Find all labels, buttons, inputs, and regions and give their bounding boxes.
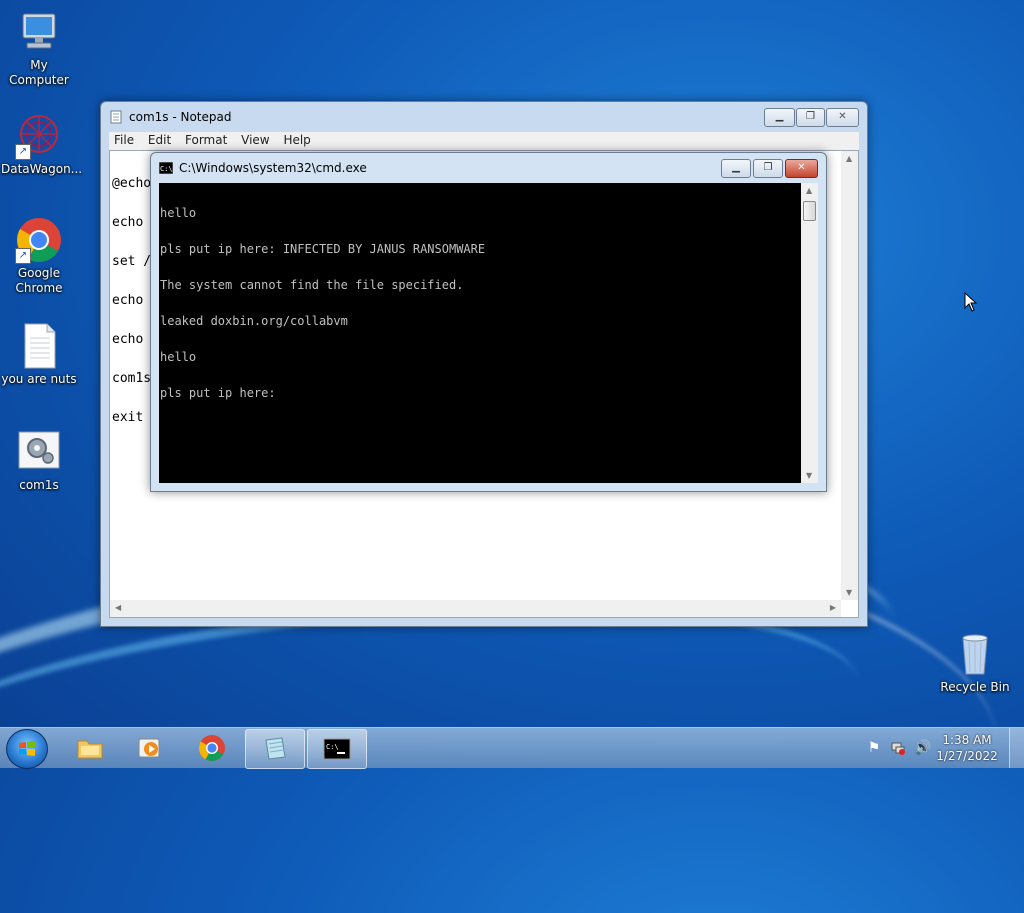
scroll-left-icon[interactable]: ◀ bbox=[115, 603, 121, 612]
taskbar-media-player[interactable] bbox=[121, 729, 179, 767]
minimize-icon: ▁ bbox=[775, 111, 784, 122]
desktop-icon-label: you are nuts bbox=[1, 372, 77, 386]
cmd-line: pls put ip here: bbox=[160, 386, 276, 400]
close-icon: ✕ bbox=[797, 162, 806, 173]
minimize-icon: ▁ bbox=[732, 162, 740, 173]
menu-edit[interactable]: Edit bbox=[143, 132, 176, 148]
folder-icon bbox=[77, 740, 103, 759]
desktop-icon-google-chrome[interactable]: ↗ Google Chrome bbox=[1, 216, 77, 296]
recycle-bin-icon bbox=[951, 630, 999, 678]
maximize-button[interactable]: ❐ bbox=[753, 159, 783, 178]
scroll-up-icon[interactable]: ▲ bbox=[846, 154, 852, 163]
batch-file-icon bbox=[15, 428, 63, 476]
chrome-icon: ↗ bbox=[15, 216, 63, 264]
start-button[interactable] bbox=[6, 729, 48, 769]
text-file-icon bbox=[15, 322, 63, 370]
clock-time: 1:38 AM bbox=[942, 733, 992, 747]
system-clock[interactable]: 1:38 AM 1/27/2022 bbox=[932, 732, 1002, 764]
svg-text:C:\: C:\ bbox=[326, 743, 339, 751]
taskbar-explorer[interactable] bbox=[61, 729, 119, 767]
cmd-output: hello pls put ip here: INFECTED BY JANUS… bbox=[160, 183, 485, 423]
volume-icon[interactable]: 🔊 bbox=[914, 740, 931, 756]
notepad-vertical-scrollbar[interactable]: ▲ ▼ bbox=[841, 151, 858, 600]
action-center-flag-icon[interactable]: ⚑ bbox=[866, 740, 882, 756]
cmd-line: pls put ip here: INFECTED BY JANUS RANSO… bbox=[160, 242, 486, 256]
cmd-vertical-scrollbar[interactable]: ▲ ▼ bbox=[801, 183, 818, 483]
cmd-icon: C:\ bbox=[323, 738, 351, 760]
cmd-line: hello bbox=[160, 350, 197, 364]
network-icon[interactable] bbox=[890, 740, 906, 756]
taskbar-chrome[interactable] bbox=[183, 729, 241, 767]
desktop-icon-you-are-nuts[interactable]: you are nuts bbox=[1, 322, 77, 387]
cmd-line: leaked doxbin.org/collabvm bbox=[160, 314, 348, 328]
minimize-button[interactable]: ▁ bbox=[764, 108, 795, 127]
desktop-icon-label: DataWagon... bbox=[1, 162, 83, 176]
close-icon: ✕ bbox=[838, 111, 847, 122]
windows-logo-icon bbox=[19, 741, 35, 756]
desktop-icon-label: com1s bbox=[19, 478, 59, 492]
shortcut-arrow-icon: ↗ bbox=[15, 248, 31, 264]
menu-file[interactable]: File bbox=[109, 132, 139, 148]
chrome-icon bbox=[198, 735, 225, 761]
menu-help[interactable]: Help bbox=[278, 132, 315, 148]
mouse-cursor-icon bbox=[964, 291, 978, 312]
notepad-menubar: File Edit Format View Help bbox=[109, 132, 859, 150]
close-button[interactable]: ✕ bbox=[785, 159, 818, 178]
clock-date: 1/27/2022 bbox=[936, 749, 998, 763]
cmd-line: hello bbox=[160, 206, 197, 220]
desktop-icon-datawagon[interactable]: ↗ DataWagon... bbox=[1, 112, 83, 177]
minimize-button[interactable]: ▁ bbox=[721, 159, 751, 178]
cmd-titlebar[interactable]: C:\ C:\Windows\system32\cmd.exe ▁ ❐ ✕ bbox=[151, 153, 826, 183]
desktop-icon-recycle-bin[interactable]: Recycle Bin bbox=[937, 630, 1013, 695]
scroll-down-icon[interactable]: ▼ bbox=[846, 588, 852, 597]
svg-text:C:\: C:\ bbox=[160, 165, 173, 173]
maximize-button[interactable]: ❐ bbox=[796, 108, 825, 127]
notepad-horizontal-scrollbar[interactable]: ◀ ▶ bbox=[110, 600, 841, 617]
taskbar-notepad[interactable] bbox=[245, 729, 305, 769]
cmd-icon: C:\ bbox=[158, 161, 174, 176]
scroll-thumb[interactable] bbox=[803, 201, 816, 221]
desktop-icon-label: Google Chrome bbox=[15, 266, 63, 295]
restore-icon: ❐ bbox=[806, 111, 815, 122]
show-desktop-button[interactable] bbox=[1009, 728, 1024, 768]
cmd-title: C:\Windows\system32\cmd.exe bbox=[179, 161, 367, 175]
notepad-title: com1s - Notepad bbox=[129, 110, 232, 124]
desktop-icon-label: Recycle Bin bbox=[940, 680, 1010, 694]
cmd-console[interactable]: hello pls put ip here: INFECTED BY JANUS… bbox=[159, 183, 818, 483]
desktop-icon-label: My Computer bbox=[9, 58, 69, 87]
restore-icon: ❐ bbox=[763, 162, 773, 173]
media-player-icon bbox=[138, 738, 160, 758]
notepad-icon bbox=[109, 110, 123, 124]
shortcut-arrow-icon: ↗ bbox=[15, 144, 31, 160]
desktop-icon-com1s[interactable]: com1s bbox=[1, 428, 77, 493]
scroll-up-icon[interactable]: ▲ bbox=[806, 186, 812, 195]
menu-view[interactable]: View bbox=[236, 132, 274, 148]
taskbar-cmd[interactable]: C:\ bbox=[307, 729, 367, 769]
datawagon-icon: ↗ bbox=[15, 112, 63, 160]
scroll-down-icon[interactable]: ▼ bbox=[806, 471, 812, 480]
menu-format[interactable]: Format bbox=[180, 132, 232, 148]
cmd-window[interactable]: C:\ C:\Windows\system32\cmd.exe ▁ ❐ ✕ he… bbox=[150, 152, 827, 492]
desktop-icon-my-computer[interactable]: My Computer bbox=[1, 8, 77, 88]
close-button[interactable]: ✕ bbox=[826, 108, 859, 127]
cmd-line: The system cannot find the file specifie… bbox=[160, 278, 464, 292]
taskbar: C:\ ⚑ 🔊 1:38 AM 1/27/2022 bbox=[0, 727, 1024, 769]
notepad-titlebar[interactable]: com1s - Notepad ▁ ❐ ✕ bbox=[101, 102, 867, 132]
scroll-right-icon[interactable]: ▶ bbox=[830, 603, 836, 612]
notepad-icon bbox=[265, 737, 286, 760]
computer-icon bbox=[15, 8, 63, 56]
